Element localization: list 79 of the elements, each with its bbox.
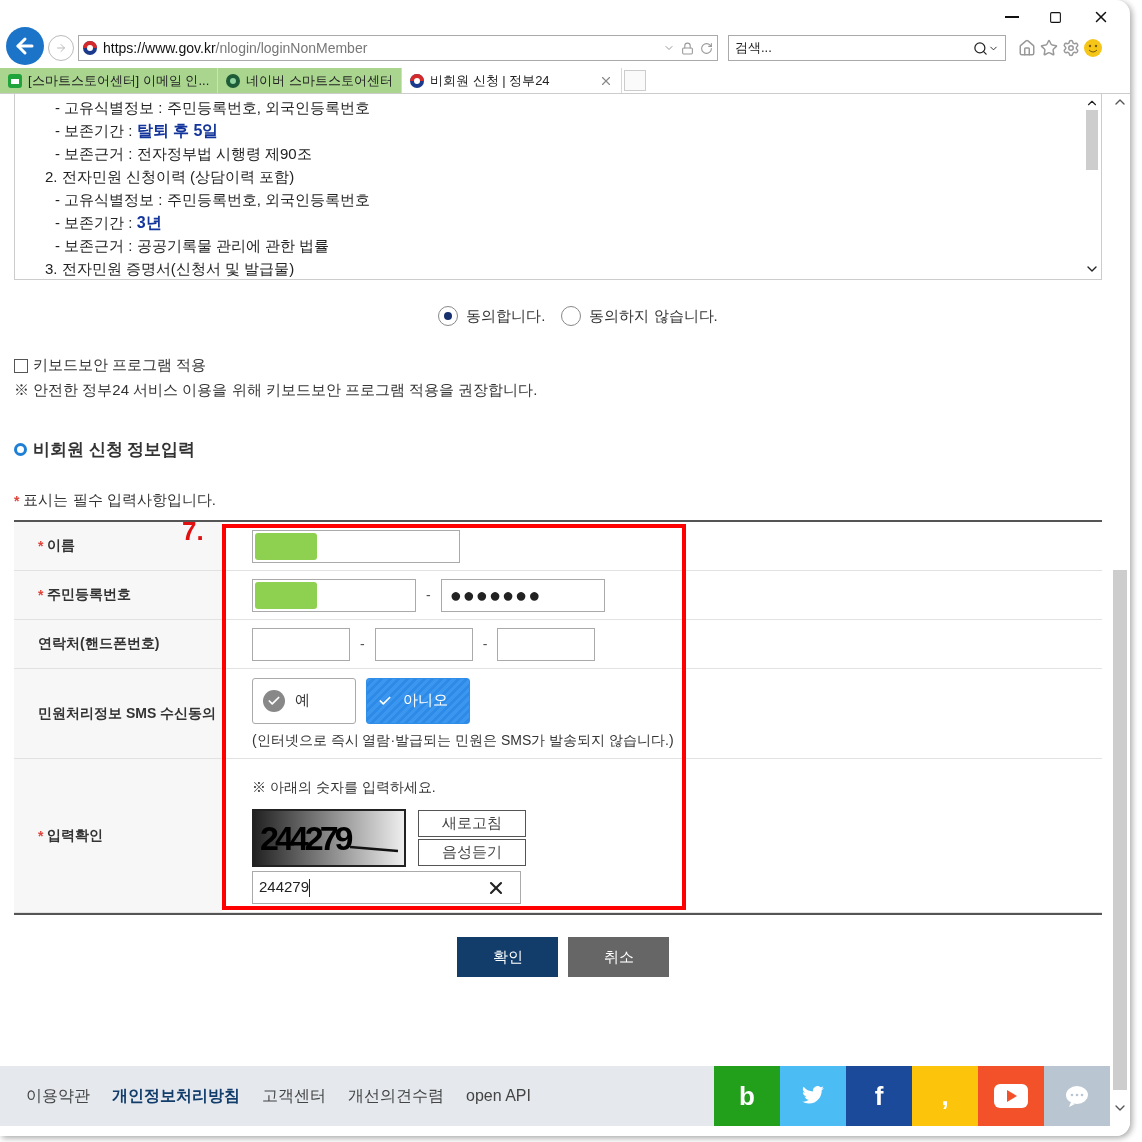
notice-line: - 보존근거 : 전자정부법 시행령 제90조: [54, 144, 313, 164]
address-field[interactable]: https://www.gov.kr/nlogin/loginNonMember: [78, 35, 718, 61]
smiley-icon[interactable]: [1084, 39, 1102, 57]
keyboard-security-checkbox[interactable]: 키보드보안 프로그램 적용: [14, 356, 1102, 375]
row-label: 이름: [47, 537, 76, 555]
bird-icon[interactable]: [780, 1066, 846, 1126]
notice-line: - 고유식별정보 : 주민등록번호, 외국인등록번호: [54, 98, 371, 118]
footer-link[interactable]: 이용약관: [26, 1085, 90, 1107]
masked-value: ●●●●●●●: [448, 583, 542, 607]
notice-line: - 보존기간 : 탈퇴 후 5일: [54, 121, 220, 141]
envelope-icon: [8, 73, 22, 88]
notice-line: 2. 전자민원 신청이력 (상담이력 포함): [45, 167, 296, 187]
settings-icon[interactable]: [1062, 39, 1080, 57]
required-mark: *: [38, 587, 44, 603]
footer-link[interactable]: 고객센터: [262, 1085, 326, 1107]
choice-button[interactable]: 예: [252, 677, 356, 724]
check-icon: [263, 689, 285, 712]
captcha-instruction: ※ 아래의 숫자를 입력하세요.: [252, 779, 437, 797]
separator: -: [482, 636, 488, 652]
row-label: 주민등록번호: [47, 586, 132, 604]
play-icon[interactable]: [978, 1066, 1044, 1126]
ring-icon: [14, 443, 27, 456]
browser-tab[interactable]: [스마트스토어센터] 이메일 인...: [0, 68, 219, 93]
captcha-button[interactable]: 새로고침: [418, 810, 526, 837]
search-field[interactable]: 검색...: [728, 35, 1006, 61]
new-tab-button[interactable]: [623, 70, 646, 91]
annotation-label: 7.: [182, 516, 204, 547]
taegeuk-icon: [409, 73, 424, 88]
phone-field[interactable]: [374, 627, 473, 661]
badge-icon: [226, 73, 241, 88]
required-mark: *: [38, 538, 44, 554]
footer-link[interactable]: 개선의견수렴: [348, 1085, 444, 1107]
maximize-button[interactable]: [1049, 10, 1062, 24]
separator: -: [360, 636, 365, 652]
phone-field[interactable]: [497, 627, 596, 661]
required-mark: *: [14, 492, 20, 509]
scrollbar-thumb[interactable]: [1113, 570, 1127, 1090]
sms-note: (인터넷으로 즉시 열람·발급되는 민원은 SMS가 발송되지 않습니다.): [252, 731, 675, 750]
footer-link[interactable]: 개인정보처리방침: [112, 1085, 240, 1107]
notice-line: - 보존기간 : 3년: [54, 213, 163, 233]
name-field[interactable]: [252, 529, 460, 563]
home-icon[interactable]: [1018, 39, 1036, 57]
scrollbar-thumb[interactable]: [1086, 110, 1098, 170]
choice-button[interactable]: 아니오: [366, 677, 470, 724]
taegeuk-icon: [83, 41, 97, 55]
notice-line: 3. 전자민원 증명서(신청서 및 발급물): [45, 259, 296, 279]
row-label: 민원처리정보 SMS 수신동의: [38, 704, 217, 723]
back-button[interactable]: [6, 27, 44, 65]
search-icon: [973, 40, 988, 56]
section-title: 비회원 신청 정보입력: [33, 439, 196, 461]
consent-radio[interactable]: 동의합니다.: [438, 306, 546, 326]
minimize-icon: [1005, 16, 1019, 18]
action-button[interactable]: 취소: [568, 937, 669, 977]
row-label: 입력확인: [47, 826, 104, 845]
footer-link[interactable]: open API: [466, 1087, 531, 1105]
separator: -: [426, 587, 431, 603]
id-number-field[interactable]: [252, 578, 416, 612]
refresh-icon[interactable]: [700, 41, 713, 55]
browser-tab[interactable]: 네이버 스마트스토어센터: [218, 68, 402, 93]
required-mark: *: [38, 827, 44, 844]
lock-icon: [681, 41, 694, 55]
arrow-right-icon: [55, 41, 67, 55]
star-icon[interactable]: [1040, 39, 1058, 57]
captcha-button[interactable]: 음성듣기: [418, 839, 526, 866]
security-note: ※ 안전한 정부24 서비스 이용을 위해 키보드보안 프로그램 적용을 권장합니다.: [14, 381, 539, 400]
notice-line: - 보존근거 : 공공기록물 관리에 관한 법률: [54, 236, 331, 256]
required-note: 표시는 필수 입력사항입니다.: [23, 491, 216, 510]
url-text: https://www.gov.kr/nlogin/loginNonMember: [103, 40, 369, 56]
row-label: 연락처(핸드폰번호): [38, 635, 160, 653]
social-link[interactable]: f: [846, 1066, 912, 1126]
consent-radio[interactable]: 동의하지 않습니다.: [561, 306, 718, 326]
id-number-field[interactable]: ●●●●●●●: [440, 578, 605, 612]
captcha-field[interactable]: 244279: [252, 871, 521, 904]
forward-button[interactable]: [48, 35, 74, 61]
phone-field[interactable]: [252, 627, 350, 661]
action-button[interactable]: 확인: [457, 937, 558, 977]
captcha-value: 244279: [259, 878, 486, 897]
maximize-icon: [1049, 10, 1062, 24]
notice-line: - 고유식별정보 : 주민등록번호, 외국인등록번호: [54, 190, 371, 210]
